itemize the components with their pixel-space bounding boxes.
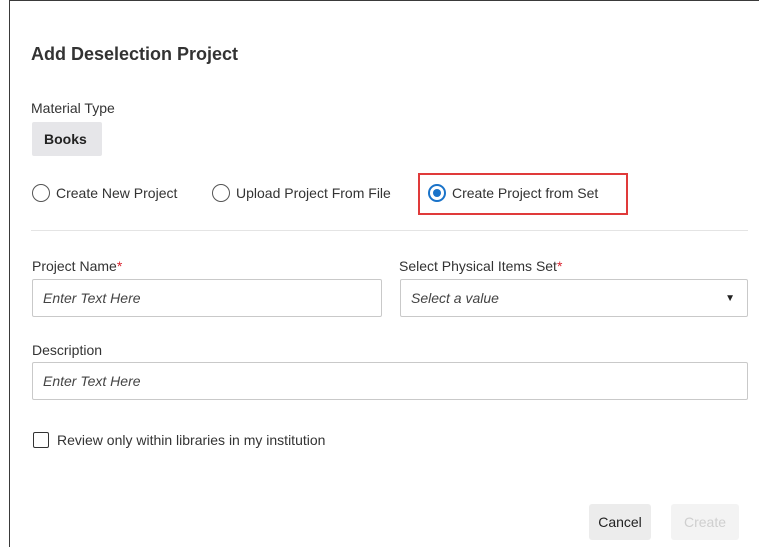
radio-circle-icon [212, 184, 230, 202]
project-name-label: Project Name* [32, 258, 123, 274]
checkbox-label: Review only within libraries in my insti… [57, 432, 326, 448]
radio-upload-project-from-file[interactable]: Upload Project From File [212, 184, 391, 202]
physical-items-set-placeholder: Select a value [411, 290, 499, 306]
physical-items-set-select[interactable]: Select a value ▼ [400, 279, 748, 317]
cancel-button[interactable]: Cancel [589, 504, 651, 540]
project-name-placeholder: Enter Text Here [43, 290, 141, 306]
description-placeholder: Enter Text Here [43, 373, 141, 389]
required-mark: * [556, 258, 563, 274]
review-within-institution-checkbox[interactable]: Review only within libraries in my insti… [33, 432, 325, 448]
material-type-chip: Books [32, 122, 102, 156]
radio-label: Create New Project [56, 185, 178, 201]
description-label: Description [32, 342, 103, 358]
project-name-input[interactable]: Enter Text Here [32, 279, 382, 317]
create-button[interactable]: Create [671, 504, 739, 540]
dialog-title: Add Deselection Project [31, 44, 239, 64]
section-divider [31, 230, 748, 231]
radio-create-new-project[interactable]: Create New Project [32, 184, 177, 202]
chevron-down-icon: ▼ [725, 293, 735, 304]
description-input[interactable]: Enter Text Here [32, 362, 748, 400]
highlight-annotation-box [418, 173, 628, 215]
required-mark: * [116, 258, 123, 274]
radio-circle-icon [32, 184, 50, 202]
material-type-label: Material Type [31, 100, 115, 116]
radio-label: Upload Project From File [236, 185, 391, 201]
physical-items-set-label: Select Physical Items Set* [399, 258, 563, 274]
add-deselection-dialog: Add Deselection Project Material Type Bo… [9, 0, 759, 547]
checkbox-icon [33, 432, 49, 448]
